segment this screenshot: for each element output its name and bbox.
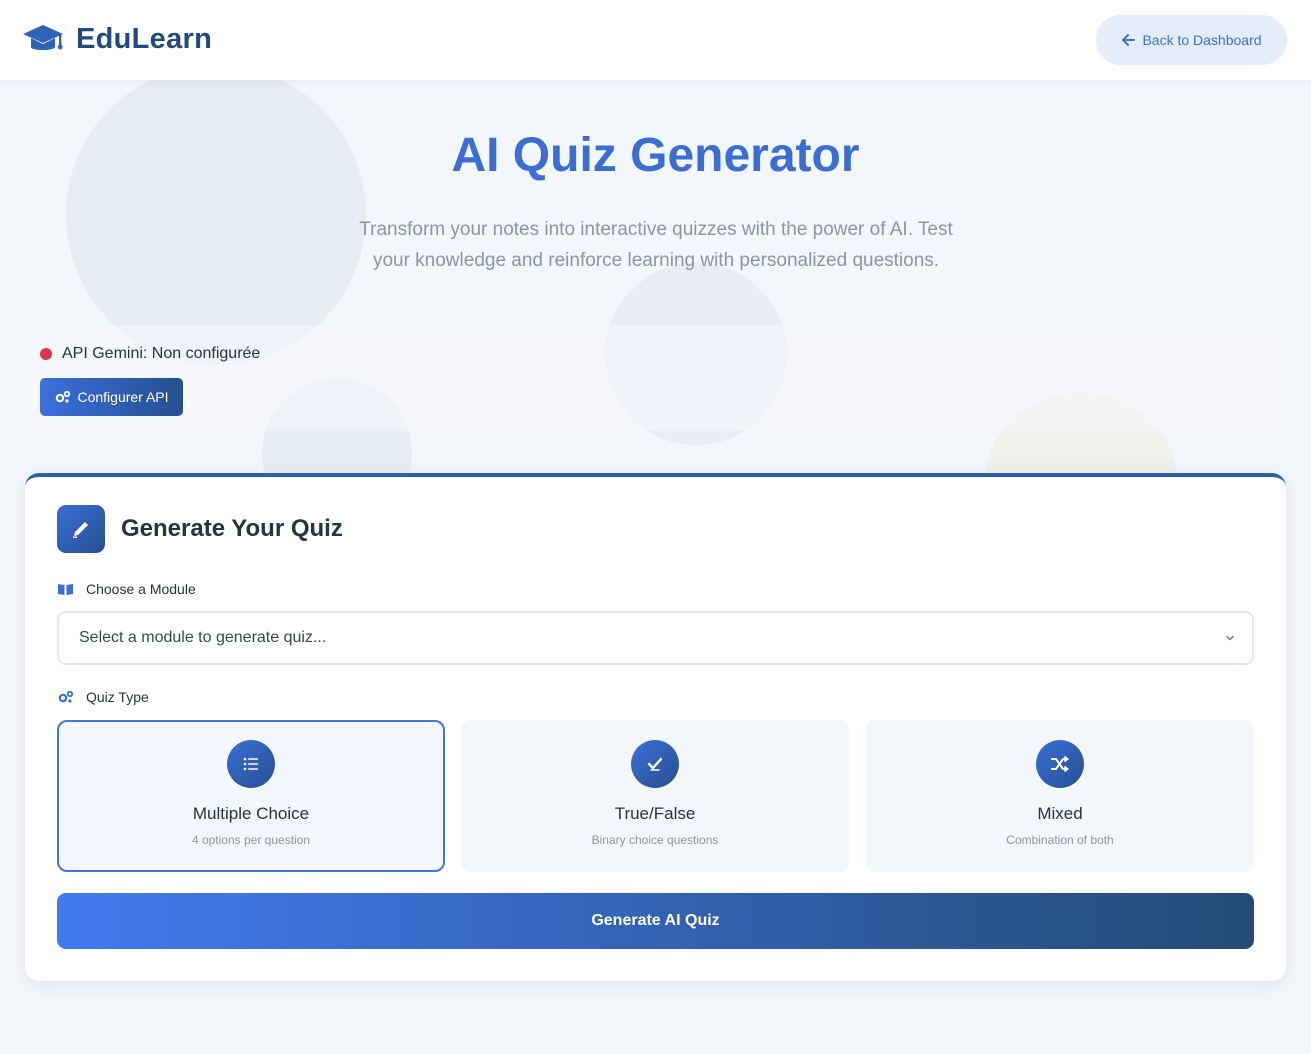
quiz-type-label-text: Quiz Type <box>86 689 149 705</box>
status-dot-icon <box>40 348 52 360</box>
quiz-type-description: Combination of both <box>1006 833 1114 847</box>
brand-name: EduLearn <box>76 22 213 55</box>
quiz-type-description: Binary choice questions <box>591 833 719 847</box>
list-icon <box>227 740 275 788</box>
page-title: AI Quiz Generator <box>451 129 860 182</box>
quiz-type-true-false[interactable]: True/False Binary choice questions <box>461 720 849 872</box>
graduation-cap-icon <box>23 25 63 50</box>
configure-api-button[interactable]: Configurer API <box>40 378 183 416</box>
quiz-type-multiple-choice[interactable]: Multiple Choice 4 options per question <box>57 720 445 872</box>
quiz-type-description: 4 options per question <box>191 833 311 847</box>
back-to-dashboard-button[interactable]: Back to Dashboard <box>1096 15 1287 65</box>
module-select-placeholder: Select a module to generate quiz... <box>79 629 327 646</box>
chevron-down-icon <box>1226 635 1234 641</box>
api-status-panel <box>26 325 1288 431</box>
card-title: Generate Your Quiz <box>121 515 343 542</box>
cogs-icon <box>56 390 71 403</box>
book-open-icon <box>58 584 73 595</box>
quiz-generator-card: Generate Your Quiz Choose a Module Selec… <box>25 473 1286 981</box>
back-button-label: Back to Dashboard <box>1142 32 1262 48</box>
page-subtitle: Transform your notes into interactive qu… <box>359 219 953 271</box>
check-icon <box>631 740 679 788</box>
api-status-text: API Gemini: Non configurée <box>62 345 261 362</box>
cogs-icon <box>58 690 74 703</box>
quiz-type-mixed[interactable]: Mixed Combination of both <box>866 720 1254 872</box>
quiz-type-label: Quiz Type <box>57 689 149 705</box>
quiz-type-title: True/False <box>614 804 696 823</box>
quiz-type-title: Mixed <box>1037 804 1083 823</box>
shuffle-icon <box>1036 740 1084 788</box>
top-header: EduLearn Back to Dashboard <box>0 0 1311 80</box>
module-label-text: Choose a Module <box>86 581 196 597</box>
generate-quiz-button[interactable]: Generate AI Quiz <box>57 893 1254 949</box>
module-select[interactable]: Select a module to generate quiz... <box>57 611 1254 665</box>
brand-logo[interactable]: EduLearn <box>22 22 212 56</box>
decorative-circle <box>66 65 366 365</box>
arrow-left-icon <box>1122 34 1136 46</box>
pencil-icon <box>57 505 105 553</box>
page: EduLearn Back to Dashboard AI Quiz Gener… <box>0 0 1311 1054</box>
api-status: API Gemini: Non configurée <box>40 345 260 363</box>
quiz-type-title: Multiple Choice <box>192 804 310 823</box>
configure-api-label: Configurer API <box>77 389 169 405</box>
module-label: Choose a Module <box>57 581 196 597</box>
